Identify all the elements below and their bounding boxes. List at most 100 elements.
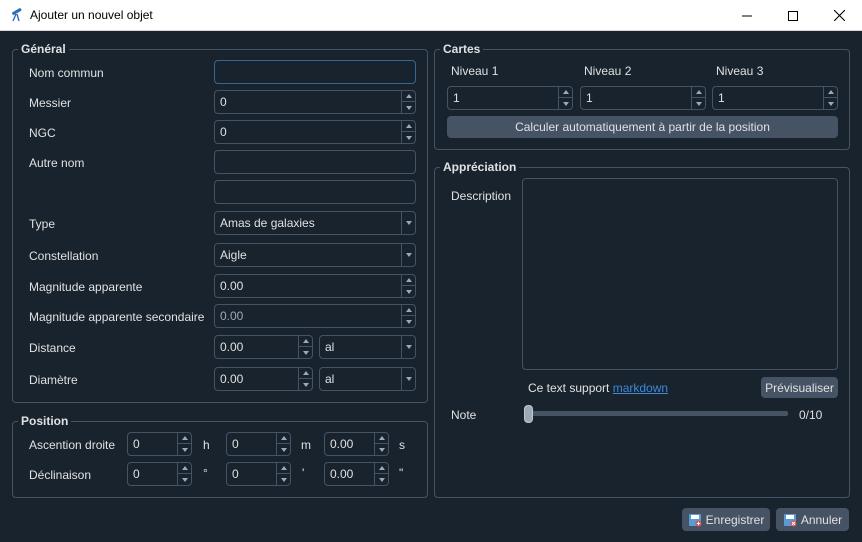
ra-hours-spin-buttons[interactable] <box>177 433 191 455</box>
note-label: Note <box>451 408 477 422</box>
spin-down-icon[interactable] <box>824 98 837 109</box>
spin-up-icon[interactable] <box>375 433 388 444</box>
minimize-icon <box>742 15 752 16</box>
spin-down-icon[interactable] <box>402 286 415 297</box>
spin-up-icon[interactable] <box>277 463 290 474</box>
other-name-input-1[interactable] <box>214 150 416 174</box>
spin-up-icon[interactable] <box>277 433 290 444</box>
preview-button[interactable]: Prévisualiser <box>761 377 838 398</box>
diameter-spinbox[interactable]: 0.00 <box>214 367 313 391</box>
spin-down-icon[interactable] <box>402 316 415 327</box>
messier-spin-buttons[interactable] <box>401 91 415 113</box>
apparent-magnitude-spinbox[interactable]: 0.00 <box>214 274 416 298</box>
spin-up-icon[interactable] <box>299 336 312 347</box>
spin-down-icon[interactable] <box>277 474 290 485</box>
spin-up-icon[interactable] <box>692 87 705 98</box>
type-combobox[interactable]: Amas de galaxies <box>214 211 416 235</box>
auto-calculate-button[interactable]: Calculer automatiquement à partir de la … <box>447 116 838 138</box>
messier-spinbox[interactable]: 0 <box>214 90 416 114</box>
constellation-combobox[interactable]: Aigle <box>214 243 416 267</box>
title-bar: Ajouter un nouvel objet <box>0 0 862 31</box>
close-icon <box>833 10 845 21</box>
ra-seconds-unit: s <box>399 438 405 452</box>
description-textarea[interactable] <box>522 178 838 370</box>
common-name-label: Nom commun <box>29 66 104 80</box>
ra-minutes-spin-buttons[interactable] <box>276 433 290 455</box>
close-button[interactable] <box>816 0 862 31</box>
other-name-label: Autre nom <box>29 156 85 170</box>
spin-down-icon[interactable] <box>402 132 415 143</box>
dialog-content: Général Nom commun Messier 0 NGC 0 Autre… <box>0 31 862 542</box>
spin-down-icon[interactable] <box>178 444 191 455</box>
chevron-down-icon[interactable] <box>401 336 415 358</box>
spin-down-icon[interactable] <box>299 347 312 358</box>
spin-down-icon[interactable] <box>402 102 415 113</box>
ngc-spinbox[interactable]: 0 <box>214 120 416 144</box>
dec-minutes-spinbox[interactable]: 0 <box>226 462 291 486</box>
spin-down-icon[interactable] <box>178 474 191 485</box>
note-slider-handle[interactable] <box>524 405 533 423</box>
spin-up-icon[interactable] <box>824 87 837 98</box>
dec-minutes-spin-buttons[interactable] <box>276 463 290 485</box>
chevron-down-icon[interactable] <box>401 244 415 266</box>
spin-up-icon[interactable] <box>375 463 388 474</box>
dec-seconds-spinbox[interactable]: 0.00 <box>324 462 389 486</box>
level2-spinbox[interactable]: 1 <box>580 86 706 110</box>
spin-up-icon[interactable] <box>402 275 415 286</box>
dec-degrees-spin-buttons[interactable] <box>177 463 191 485</box>
level3-spin-buttons[interactable] <box>823 87 837 109</box>
level1-spin-buttons[interactable] <box>558 87 572 109</box>
spin-down-icon[interactable] <box>375 444 388 455</box>
note-value: 0/10 <box>799 408 823 422</box>
ra-hours-spinbox[interactable]: 0 <box>127 432 192 456</box>
dec-degrees-spinbox[interactable]: 0 <box>127 462 192 486</box>
markdown-link[interactable]: markdown <box>613 381 668 395</box>
ra-seconds-spin-buttons[interactable] <box>374 433 388 455</box>
spin-up-icon[interactable] <box>402 91 415 102</box>
cancel-button[interactable]: Annuler <box>776 508 849 531</box>
diameter-spin-buttons[interactable] <box>298 368 312 390</box>
spin-down-icon[interactable] <box>299 379 312 390</box>
level3-spinbox[interactable]: 1 <box>712 86 838 110</box>
cancel-icon <box>783 513 797 526</box>
spin-down-icon[interactable] <box>277 444 290 455</box>
spin-up-icon[interactable] <box>178 433 191 444</box>
note-slider-track[interactable] <box>524 411 788 416</box>
window-title: Ajouter un nouvel objet <box>30 8 153 22</box>
distance-spinbox[interactable]: 0.00 <box>214 335 313 359</box>
spin-up-icon[interactable] <box>178 463 191 474</box>
diameter-unit-combobox[interactable]: al <box>319 367 416 391</box>
cancel-button-label: Annuler <box>800 512 843 527</box>
chevron-down-icon[interactable] <box>401 212 415 234</box>
distance-spin-buttons[interactable] <box>298 336 312 358</box>
secondary-magnitude-spinbox[interactable]: 0.00 <box>214 304 416 328</box>
diameter-label: Diamètre <box>29 373 78 387</box>
ra-minutes-spinbox[interactable]: 0 <box>226 432 291 456</box>
distance-unit-combobox[interactable]: al <box>319 335 416 359</box>
save-button[interactable]: Enregistrer <box>682 508 770 531</box>
maximize-button[interactable] <box>770 0 816 31</box>
dec-seconds-spin-buttons[interactable] <box>374 463 388 485</box>
general-group-title: Général <box>18 41 69 57</box>
chevron-down-icon[interactable] <box>401 368 415 390</box>
spin-up-icon[interactable] <box>559 87 572 98</box>
spin-up-icon[interactable] <box>299 368 312 379</box>
spin-up-icon[interactable] <box>402 305 415 316</box>
ngc-spin-buttons[interactable] <box>401 121 415 143</box>
other-name-input-2[interactable] <box>214 180 416 204</box>
apparent-magnitude-spin-buttons[interactable] <box>401 275 415 297</box>
save-icon <box>688 513 702 526</box>
minimize-button[interactable] <box>724 0 770 31</box>
level2-spin-buttons[interactable] <box>691 87 705 109</box>
spin-down-icon[interactable] <box>559 98 572 109</box>
ra-seconds-spinbox[interactable]: 0.00 <box>324 432 389 456</box>
type-label: Type <box>29 217 56 231</box>
spin-down-icon[interactable] <box>692 98 705 109</box>
dec-label: Déclinaison <box>29 468 92 482</box>
common-name-input[interactable] <box>214 60 416 84</box>
secondary-magnitude-label: Magnitude apparente secondaire <box>29 310 205 324</box>
spin-down-icon[interactable] <box>375 474 388 485</box>
secondary-magnitude-spin-buttons[interactable] <box>401 305 415 327</box>
level1-spinbox[interactable]: 1 <box>447 86 573 110</box>
spin-up-icon[interactable] <box>402 121 415 132</box>
